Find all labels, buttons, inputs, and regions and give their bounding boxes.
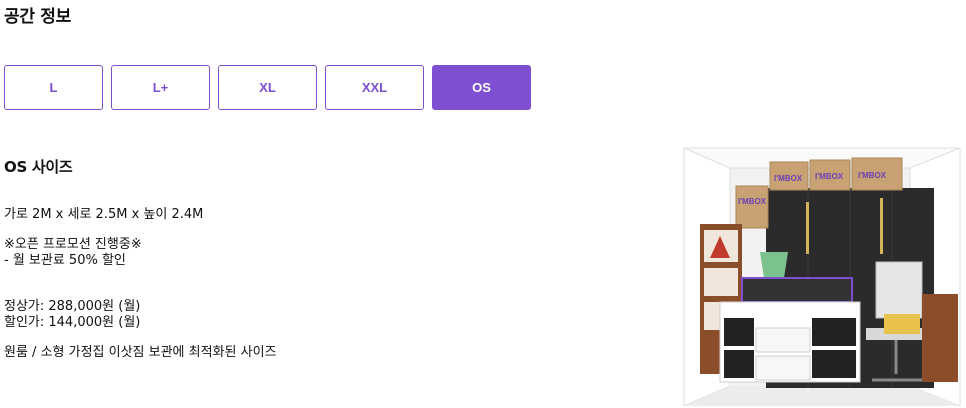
section-title: 공간 정보 — [4, 7, 71, 27]
promo-title: ※오픈 프로모션 진행중※ — [4, 237, 142, 252]
wooden-cabinet — [922, 294, 958, 382]
sale-price: 할인가: 144,000원 (월) — [4, 315, 141, 330]
size-info-panel: OS 사이즈 가로 2M x 세로 2.5M x 높이 2.4M ※오픈 프로모… — [4, 156, 564, 361]
promo-discount: - 월 보관료 50% 할인 — [4, 253, 126, 268]
green-bucket — [760, 252, 788, 278]
storage-box — [735, 185, 769, 229]
size-tab-os[interactable]: OS — [432, 65, 531, 110]
regular-price: 정상가: 288,000원 (월) — [4, 299, 141, 314]
box-brand-label: I'MBOX — [858, 171, 887, 180]
price-block: 정상가: 288,000원 (월) 할인가: 144,000원 (월) — [4, 299, 564, 331]
size-tab-l[interactable]: L — [4, 65, 103, 110]
purple-shelf — [741, 277, 853, 303]
size-heading: OS 사이즈 — [4, 158, 73, 176]
size-description: 원룸 / 소형 가정집 이삿짐 보관에 최적화된 사이즈 — [4, 345, 277, 360]
box-brand-label: I'MBOX — [738, 197, 767, 206]
box-brand-label: I'MBOX — [774, 174, 803, 183]
promo-block: ※오픈 프로모션 진행중※ - 월 보관료 50% 할인 — [4, 237, 564, 269]
storage-room-illustration: I'MBOX I'MBOX I'MBOX I'MBOX — [683, 147, 961, 406]
dimensions-text: 가로 2M x 세로 2.5M x 높이 2.4M — [4, 207, 204, 222]
size-tab-xxl[interactable]: XXL — [325, 65, 424, 110]
office-chair — [875, 261, 923, 319]
box-brand-label: I'MBOX — [815, 172, 844, 181]
size-tab-list: L L+ XL XXL OS — [4, 65, 531, 110]
size-tab-l-plus[interactable]: L+ — [111, 65, 210, 110]
size-tab-xl[interactable]: XL — [218, 65, 317, 110]
